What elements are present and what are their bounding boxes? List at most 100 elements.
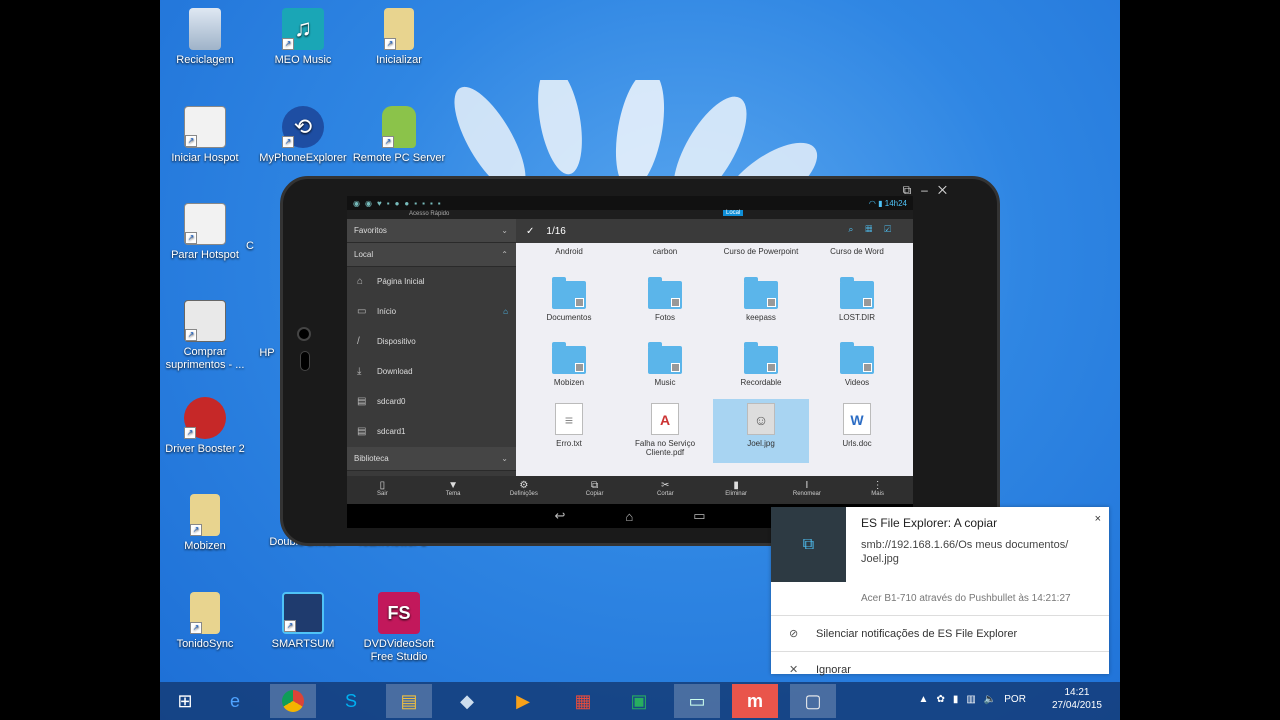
sdcard-icon: ▤ xyxy=(357,426,367,437)
toolbar-icons[interactable]: ⌕▦☑ xyxy=(848,224,903,235)
file-item[interactable]: A Falha no Serviço Cliente.pdf xyxy=(617,403,713,463)
volume-icon[interactable]: 🔈 xyxy=(984,694,996,705)
sair-button[interactable]: ▯ Sair xyxy=(347,476,418,504)
close-icon[interactable]: × xyxy=(1095,513,1101,525)
desktop-icon-meo-music[interactable]: ♫ ↗ MEO Music xyxy=(255,8,351,67)
tab-local[interactable]: Local xyxy=(723,210,744,216)
es-file-pane[interactable]: ✓ 1/16 ⌕▦☑ Android carbon Curso de Power… xyxy=(516,219,913,476)
tab-acesso-rapido[interactable]: Acesso Rápido xyxy=(409,211,449,217)
desktop-icon-mobizen[interactable]: ↗ Mobizen xyxy=(160,494,253,553)
back-icon[interactable]: ↩ xyxy=(554,508,565,524)
folder-item[interactable]: keepass xyxy=(713,277,809,322)
image-file-icon: ☺ xyxy=(747,403,775,435)
phone-mirror-window[interactable]: ⧉–✕ ◉ ◉ ♥ ▪ ● ● ▪ ▪ ▪ ▪ ◠ ▮ 14h24 Acesso Rápido L… xyxy=(280,176,1000,546)
folder-icon xyxy=(744,342,778,374)
list-item[interactable]: Curso de Word xyxy=(809,247,905,256)
slash-icon: / xyxy=(357,336,360,347)
block-icon: ⊘ xyxy=(789,628,799,640)
file-item-selected[interactable]: ☺ Joel.jpg xyxy=(713,399,809,463)
folder-item[interactable]: Videos xyxy=(809,342,905,387)
desktop-icon-remote-pc-server[interactable]: ↗ Remote PC Server xyxy=(351,106,447,165)
recents-icon[interactable]: ▭ xyxy=(693,508,705,524)
app-icon[interactable]: ◆ xyxy=(444,684,490,718)
folder-item[interactable]: Mobizen xyxy=(521,342,617,387)
sidebar-item-download[interactable]: ⤓ Download xyxy=(347,357,516,387)
sidebar-local[interactable]: Local ⌃ xyxy=(347,243,516,267)
check-icon[interactable]: ✓ xyxy=(526,226,534,237)
apps-grid-icon[interactable]: ▦ xyxy=(560,684,606,718)
music-folder-icon xyxy=(648,342,682,374)
store-icon[interactable]: ▣ xyxy=(616,684,662,718)
home-icon[interactable]: ⌂ xyxy=(625,509,633,524)
eliminar-button[interactable]: ▮ Eliminar xyxy=(701,476,772,504)
list-item[interactable]: Curso de Powerpoint xyxy=(713,247,809,256)
window-thumbnail-icon[interactable]: ▢ xyxy=(790,684,836,718)
desktop-icon-driver-booster[interactable]: ↗ Driver Booster 2 xyxy=(160,397,253,456)
folder-icon: ↗ xyxy=(190,592,220,634)
desktop-icon-recycle-bin[interactable]: Reciclagem xyxy=(160,8,253,67)
desktop-icon-iniciar-hospot[interactable]: ↗ Iniciar Hospot xyxy=(160,106,253,165)
definicoes-button[interactable]: ⚙ Definições xyxy=(489,476,560,504)
folder-item[interactable]: Documentos xyxy=(521,277,617,322)
folder-item[interactable]: Fotos xyxy=(617,277,713,322)
desktop-icon-smartsum[interactable]: ↗ SMARTSUM xyxy=(255,592,351,651)
sync-icon: ⟲ ↗ xyxy=(282,106,324,148)
sidebar-item-dispositivo[interactable]: / Dispositivo xyxy=(347,327,516,357)
desktop-icon-myphoneexplorer[interactable]: ⟲ ↗ MyPhoneExplorer xyxy=(255,106,351,165)
sidebar-favoritos[interactable]: Favoritos ⌄ xyxy=(347,219,516,243)
language-indicator[interactable]: POR xyxy=(1004,694,1026,705)
media-player-icon[interactable]: ▶ xyxy=(500,684,546,718)
desktop-icon-parar-hotspot[interactable]: ↗ Parar Hotspot xyxy=(160,203,253,262)
tema-button[interactable]: ▼ Tema xyxy=(418,476,489,504)
phone-button xyxy=(300,351,310,371)
list-item[interactable]: carbon xyxy=(617,247,713,256)
home-icon[interactable]: ⌂ xyxy=(503,297,508,327)
folder-icon xyxy=(648,277,682,309)
folder-item[interactable]: Recordable xyxy=(713,342,809,387)
file-item[interactable]: W Urls.doc xyxy=(809,403,905,463)
es-sidebar[interactable]: Favoritos ⌄ Local ⌃ ⌂ Página Inicial ▭ Iníci… xyxy=(347,219,516,476)
desktop-icon-comprar-suprimentos[interactable]: ↗ Comprar suprimentos - ... xyxy=(160,300,253,372)
desktop-icon-dvdvideosoft[interactable]: FS DVDVideoSoft Free Studio xyxy=(351,592,447,664)
selection-count: 1/16 xyxy=(546,225,566,237)
tray-app-icon[interactable]: ✿ xyxy=(936,694,944,705)
cortar-button[interactable]: ✂ Cortar xyxy=(630,476,701,504)
taskbar: ⊞ e S ▤ ◆ ▶ ▦ ▣ ▭ m ▢ ▲ ✿ ▮ ▥ 🔈 POR 14:2… xyxy=(160,682,1120,720)
bottom-toolbar: ▯ Sair ▼ Tema ⚙ Definições ⧉ Copiar ✂ Cortar … xyxy=(347,476,913,504)
sidebar-item-pagina-inicial[interactable]: ⌂ Página Inicial xyxy=(347,267,516,297)
clock[interactable]: 14:21 27/04/2015 xyxy=(1052,686,1102,712)
sidebar-biblioteca[interactable]: Biblioteca ⌄ xyxy=(347,447,516,471)
folder-icon: ↗ xyxy=(190,494,220,536)
chrome-icon[interactable] xyxy=(270,684,316,718)
remote-desktop-icon[interactable]: ▭ xyxy=(674,684,720,718)
fs-logo-icon: FS xyxy=(378,592,420,634)
file-toolbar: ✓ 1/16 ⌕▦☑ xyxy=(516,219,913,243)
renomear-button[interactable]: I Renomear xyxy=(772,476,843,504)
desktop-icon-inicializar[interactable]: ↗ Inicializar xyxy=(351,8,447,67)
gear-icon: ↗ xyxy=(184,397,226,439)
skype-icon[interactable]: S xyxy=(328,684,374,718)
network-icon[interactable]: ▥ xyxy=(966,694,975,705)
sidebar-item-sdcard1[interactable]: ▤ sdcard1 xyxy=(347,417,516,447)
notification-popup[interactable]: ⧉ ES File Explorer: A copiar × smb://192… xyxy=(771,507,1109,676)
file-explorer-icon[interactable]: ▤ xyxy=(386,684,432,718)
folder-item[interactable]: Music xyxy=(617,342,713,387)
sidebar-item-inicio[interactable]: ▭ Início ⌂ xyxy=(347,297,516,327)
list-item[interactable]: Android xyxy=(521,247,617,256)
mais-button[interactable]: ⋮ Mais xyxy=(842,476,913,504)
copiar-button[interactable]: ⧉ Copiar xyxy=(559,476,630,504)
chevron-up-icon[interactable]: ▲ xyxy=(919,694,929,705)
notification-source: Acer B1-710 através do Pushbullet às 14:… xyxy=(861,593,1071,604)
folder-item[interactable]: LOST.DIR xyxy=(809,277,905,322)
mobizen-icon[interactable]: m xyxy=(732,684,778,718)
android-screen[interactable]: ◉ ◉ ♥ ▪ ● ● ▪ ▪ ▪ ▪ ◠ ▮ 14h24 Acesso Rápido Local… xyxy=(347,196,913,528)
es-tabs[interactable]: Acesso Rápido Local xyxy=(347,210,913,219)
chevron-up-icon: ⌃ xyxy=(501,250,508,259)
internet-explorer-icon[interactable]: e xyxy=(212,684,258,718)
mute-notifications-button[interactable]: ⊘ Silenciar notificações de ES File Explo… xyxy=(771,615,1109,651)
sidebar-item-sdcard0[interactable]: ▤ sdcard0 xyxy=(347,387,516,417)
desktop-icon-tonidosync[interactable]: ↗ TonidoSync xyxy=(160,592,253,651)
tray-device-icon[interactable]: ▮ xyxy=(953,694,959,705)
windows-start-icon[interactable]: ⊞ xyxy=(162,684,208,718)
file-item[interactable]: ≡ Erro.txt xyxy=(521,403,617,463)
